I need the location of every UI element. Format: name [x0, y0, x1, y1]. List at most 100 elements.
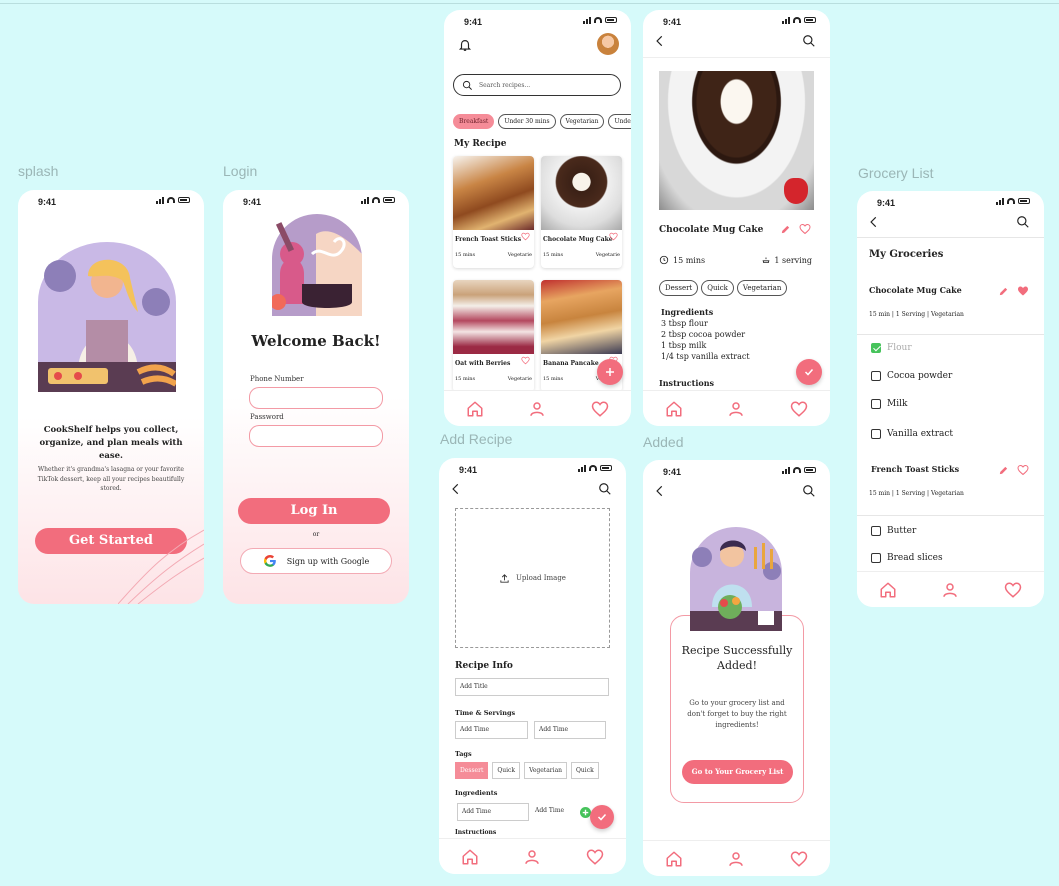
- grocery-item[interactable]: Flour: [871, 343, 912, 353]
- recipe-added-screen: 9:41 Recipe Successfully Added! Go to yo…: [643, 460, 830, 876]
- recipe-time: 15 mins: [543, 252, 564, 258]
- recipe-image: [541, 156, 622, 230]
- profile-icon[interactable]: [523, 848, 541, 866]
- back-icon[interactable]: [653, 34, 667, 48]
- search-icon[interactable]: [598, 482, 612, 496]
- bottom-nav: [444, 390, 631, 426]
- tag-option-quick[interactable]: Quick: [492, 762, 521, 779]
- heart-icon[interactable]: [609, 232, 618, 241]
- edit-icon[interactable]: [780, 224, 791, 235]
- search-icon[interactable]: [802, 34, 816, 48]
- filter-chips: Breakfast Under 30 mins Vegetarian Under…: [453, 114, 631, 129]
- profile-icon[interactable]: [941, 581, 959, 599]
- profile-icon[interactable]: [727, 850, 745, 868]
- profile-icon[interactable]: [528, 400, 546, 418]
- back-icon[interactable]: [867, 215, 881, 229]
- recipe-name: Chocolate Mug Cake: [543, 236, 613, 243]
- search-bar[interactable]: Search recipes...: [453, 74, 621, 96]
- status-time: 9:41: [663, 467, 682, 477]
- status-bar: 9:41: [444, 10, 631, 30]
- edit-icon[interactable]: [998, 286, 1009, 297]
- filter-chip-under-30[interactable]: Under 30 mins: [498, 114, 556, 129]
- search-input[interactable]: Search recipes...: [479, 82, 530, 89]
- favorites-icon[interactable]: [591, 400, 609, 418]
- filter-chip-under-30-b[interactable]: Under 30 mi: [608, 114, 631, 129]
- heart-icon[interactable]: [521, 232, 530, 241]
- upload-image-area[interactable]: Upload Image: [455, 508, 610, 648]
- grocery-item-label: Cocoa powder: [887, 371, 953, 381]
- status-time: 9:41: [38, 197, 57, 207]
- signal-icon: [996, 197, 1004, 205]
- edit-icon[interactable]: [998, 465, 1009, 476]
- canvas-top-rule: [0, 0, 1059, 4]
- avatar[interactable]: [597, 33, 619, 55]
- servings-input[interactable]: Add Time: [534, 721, 606, 739]
- favorites-icon[interactable]: [1004, 581, 1022, 599]
- bell-icon[interactable]: [458, 37, 472, 53]
- recipe-card[interactable]: Oat with Berries 15 mins Vegetarie: [453, 280, 534, 392]
- recipe-card[interactable]: Chocolate Mug Cake 15 mins Vegetarie: [541, 156, 622, 268]
- grocery-item[interactable]: Bread slices: [871, 553, 943, 563]
- back-icon[interactable]: [449, 482, 463, 496]
- search-icon[interactable]: [802, 484, 816, 498]
- checkbox-checked[interactable]: [871, 343, 881, 353]
- checkbox[interactable]: [871, 526, 881, 536]
- login-title: Welcome Back!: [251, 332, 381, 350]
- section-divider: [857, 515, 1044, 516]
- grocery-item[interactable]: Butter: [871, 526, 916, 536]
- phone-input[interactable]: [249, 387, 383, 409]
- profile-icon[interactable]: [727, 400, 745, 418]
- signal-icon: [156, 196, 164, 204]
- password-input[interactable]: [249, 425, 383, 447]
- recipe-image: [453, 156, 534, 230]
- status-time: 9:41: [464, 17, 483, 27]
- grocery-item[interactable]: Milk: [871, 399, 907, 409]
- chef-success-illustration: [690, 527, 782, 631]
- ingredient-amount-input[interactable]: Add Time: [531, 803, 581, 821]
- tag-option-quick-b[interactable]: Quick: [571, 762, 599, 779]
- checkbox[interactable]: [871, 429, 881, 439]
- time-servings-heading: Time & Servings: [455, 709, 516, 717]
- recipe-tag: Vegetarie: [507, 376, 532, 382]
- heart-icon[interactable]: [521, 356, 530, 365]
- search-icon[interactable]: [1016, 215, 1030, 229]
- checkbox[interactable]: [871, 553, 881, 563]
- favorites-icon[interactable]: [790, 850, 808, 868]
- ingredient-input[interactable]: Add Time: [457, 803, 529, 821]
- ingredients-list: 3 tbsp flour 2 tbsp cocoa powder 1 tbsp …: [661, 318, 750, 362]
- filter-chip-vegetarian[interactable]: Vegetarian: [559, 114, 605, 129]
- login-button[interactable]: Log In: [238, 498, 390, 524]
- tag-option-dessert[interactable]: Dessert: [455, 762, 489, 779]
- home-icon[interactable]: [665, 400, 683, 418]
- home-icon[interactable]: [461, 848, 479, 866]
- recipe-card[interactable]: French Toast Sticks 15 mins Vegetarie: [453, 156, 534, 268]
- add-recipe-fab[interactable]: [597, 359, 623, 385]
- heart-icon[interactable]: [1017, 464, 1029, 476]
- checkbox[interactable]: [871, 399, 881, 409]
- save-recipe-fab[interactable]: [590, 805, 614, 829]
- favorites-icon[interactable]: [586, 848, 604, 866]
- filter-chip-breakfast[interactable]: Breakfast: [453, 114, 495, 129]
- title-input[interactable]: Add Title: [455, 678, 609, 696]
- checkbox[interactable]: [871, 371, 881, 381]
- grocery-item[interactable]: Cocoa powder: [871, 371, 952, 381]
- home-icon[interactable]: [466, 400, 484, 418]
- heart-filled-icon[interactable]: [1017, 285, 1029, 297]
- signal-icon: [782, 16, 790, 24]
- home-icon[interactable]: [879, 581, 897, 599]
- google-signup-button[interactable]: Sign up with Google: [240, 548, 392, 574]
- recipe-detail-screen: 9:41 Chocolate Mug Cake 15 mins 1 servin…: [643, 10, 830, 426]
- home-icon[interactable]: [665, 850, 683, 868]
- back-icon[interactable]: [653, 484, 667, 498]
- confirm-fab[interactable]: [796, 359, 822, 385]
- or-divider: or: [312, 531, 320, 538]
- clock-icon: [659, 255, 669, 265]
- favorites-icon[interactable]: [790, 400, 808, 418]
- go-to-grocery-button[interactable]: Go to Your Grocery List: [682, 760, 793, 784]
- heart-icon[interactable]: [799, 223, 811, 235]
- grocery-item[interactable]: Vanilla extract: [871, 429, 953, 439]
- grocery-item-label: Vanilla extract: [887, 429, 954, 439]
- recipe-image: [541, 280, 622, 354]
- tag-option-vegetarian[interactable]: Vegetarian: [524, 762, 568, 779]
- time-input[interactable]: Add Time: [455, 721, 528, 739]
